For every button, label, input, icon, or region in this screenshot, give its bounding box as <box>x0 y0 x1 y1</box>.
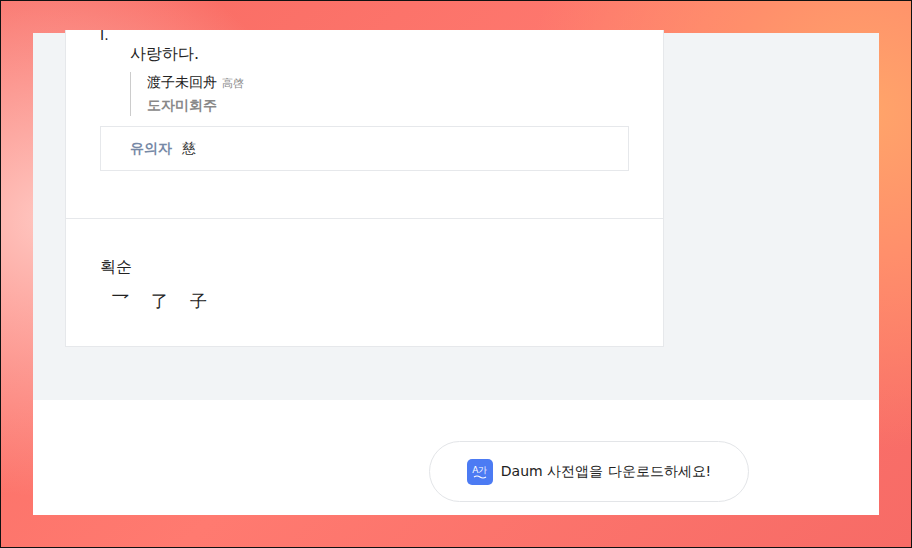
entry-card: I. 사랑하다. 渡子未回舟高啓 도자미회주유의자 慈 획순 乛 了 子 <box>65 30 664 347</box>
synonym-link[interactable]: 慈 <box>182 140 196 158</box>
footer-area: A가 Daum 사전앱을 다운로드하세요! <box>33 400 879 515</box>
meaning-section: I. 사랑하다. 渡子未回舟高啓 도자미회주유의자 慈 <box>66 30 663 219</box>
stroke-step: 子 <box>190 291 207 311</box>
dictionary-page: I. 사랑하다. 渡子未回舟高啓 도자미회주유의자 慈 획순 乛 了 子 A가 Daum 사전앱을 … <box>33 33 879 515</box>
content-area: I. 사랑하다. 渡子未回舟高啓 도자미회주유의자 慈 획순 乛 了 子 <box>33 33 879 400</box>
example-reading: 도자미회주 <box>147 94 629 116</box>
meaning-text: 사랑하다. <box>130 42 629 66</box>
stroke-order-title: 획순 <box>100 257 629 277</box>
synonym-box: 유의자 慈 <box>100 126 629 171</box>
meaning-number: I. <box>100 30 629 40</box>
app-download-button[interactable]: A가 Daum 사전앱을 다운로드하세요! <box>429 441 749 502</box>
dictionary-app-icon: A가 <box>467 459 493 485</box>
screen: I. 사랑하다. 渡子未回舟高啓 도자미회주유의자 慈 획순 乛 了 子 A가 Daum 사전앱을 … <box>0 0 912 548</box>
example-hanja[interactable]: 渡子未回舟 <box>147 74 217 90</box>
example-author: 高啓 <box>222 77 244 90</box>
stroke-step: 乛 <box>112 291 129 311</box>
stroke-order-section: 획순 乛 了 子 <box>66 219 663 311</box>
stroke-list: 乛了子 <box>100 291 629 311</box>
example-quote: 渡子未回舟高啓 도자미회주 <box>130 72 629 116</box>
synonym-label: 유의자 <box>130 140 172 158</box>
stroke-step: 了 <box>151 291 168 311</box>
app-download-text: Daum 사전앱을 다운로드하세요! <box>501 463 711 481</box>
